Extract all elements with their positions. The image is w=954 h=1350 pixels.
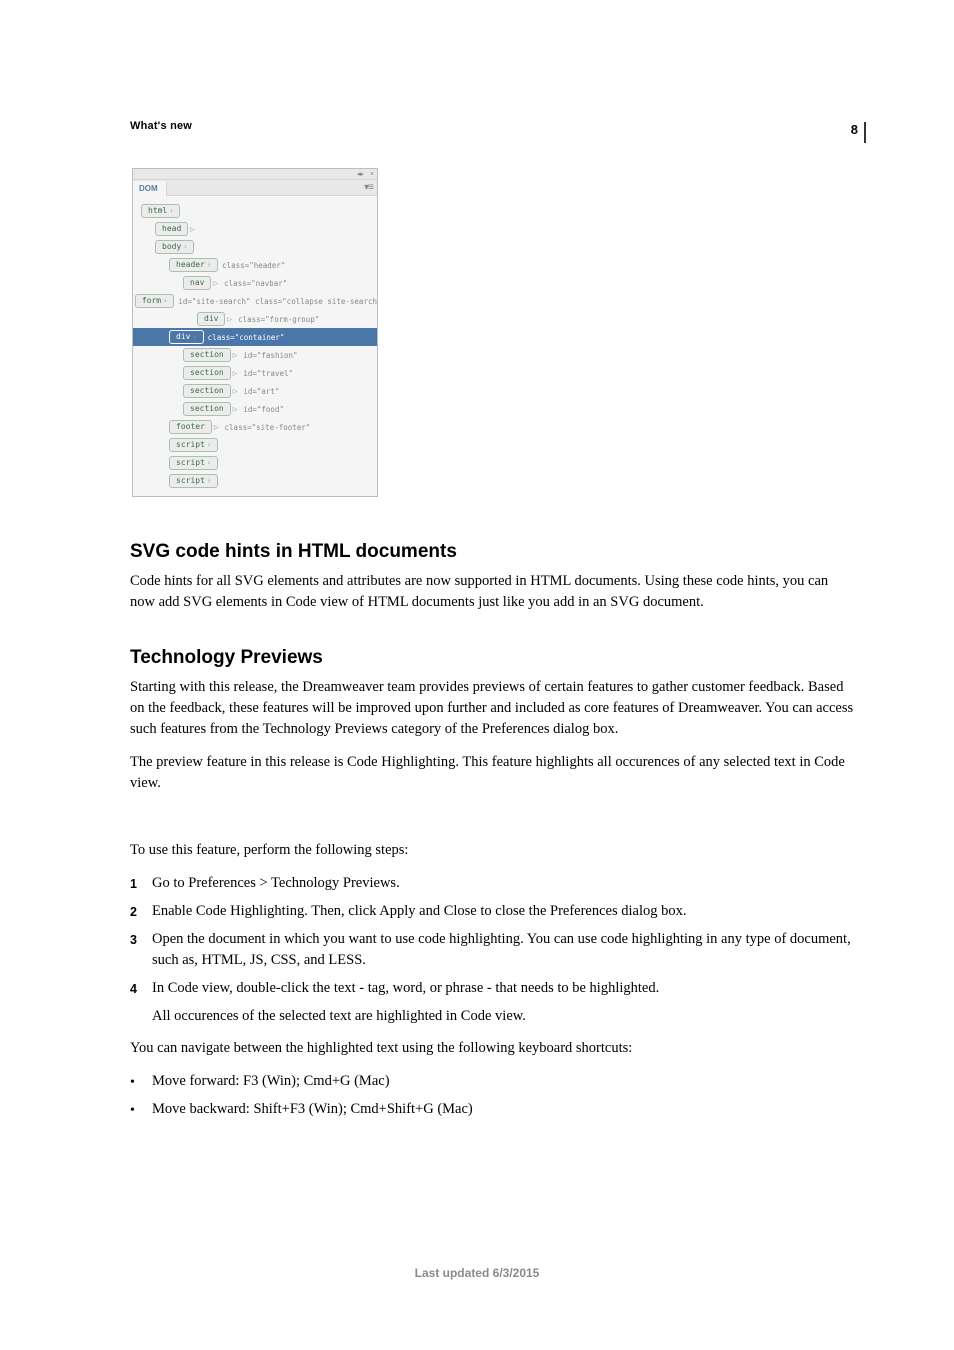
page-number: 8 (851, 122, 866, 143)
dom-tree-row[interactable]: script› (133, 454, 377, 472)
expand-icon[interactable]: ◂▸ (357, 170, 364, 178)
expand-triangle-icon[interactable]: ▷ (233, 388, 238, 395)
step-number: 2 (130, 901, 152, 923)
nav-intro: You can navigate between the highlighted… (130, 1038, 854, 1059)
dom-tag[interactable]: script› (169, 456, 218, 470)
dom-tree-row[interactable]: body› (133, 238, 377, 256)
dom-attr: class="form-group" (238, 315, 319, 324)
dom-tag[interactable]: head (155, 222, 188, 236)
expand-triangle-icon[interactable]: ▷ (233, 352, 238, 359)
step-row: 3 Open the document in which you want to… (130, 929, 854, 973)
step-text: In Code view, double-click the text - ta… (152, 978, 854, 1000)
dom-tree-row[interactable]: nav▷ class="navbar" (133, 274, 377, 292)
dom-panel-titlebar: ◂▸ × (133, 169, 377, 180)
dom-tag[interactable]: header› (169, 258, 218, 272)
dom-tree-row[interactable]: script› (133, 436, 377, 454)
dom-tag[interactable]: div (197, 312, 225, 326)
dom-tree-row[interactable]: section▷ id="travel" (133, 364, 377, 382)
step-subtext: All occurences of the selected text are … (152, 1006, 854, 1028)
paragraph: Starting with this release, the Dreamwea… (130, 677, 854, 740)
expand-triangle-icon[interactable]: ▷ (233, 370, 238, 377)
dom-tag[interactable]: html› (141, 204, 180, 218)
paragraph: Code hints for all SVG elements and attr… (130, 571, 854, 613)
dom-tag[interactable]: script› (169, 438, 218, 452)
bullet-icon: • (130, 1099, 152, 1121)
ordered-steps: 1 Go to Preferences > Technology Preview… (130, 873, 854, 1028)
step-number: 4 (130, 978, 152, 1000)
heading-tech: Technology Previews (130, 647, 854, 669)
bullet-list: • Move forward: F3 (Win); Cmd+G (Mac) • … (130, 1071, 854, 1121)
expand-triangle-icon[interactable]: ▷ (214, 424, 219, 431)
dom-tag[interactable]: div› (169, 330, 204, 344)
step-row: 2 Enable Code Highlighting. Then, click … (130, 901, 854, 923)
bullet-icon: • (130, 1071, 152, 1093)
page-number-value: 8 (851, 122, 858, 137)
page: 8 What's new ◂▸ × DOM ▾≡ html›head▷body›… (0, 0, 954, 1350)
dom-tree-row[interactable]: script› (133, 472, 377, 490)
expand-triangle-icon[interactable]: ▷ (190, 226, 195, 233)
dom-tree: html›head▷body›header›class="header"nav▷… (133, 196, 377, 496)
close-icon[interactable]: × (370, 171, 374, 178)
dom-attr: id="art" (243, 387, 279, 396)
dom-tree-row[interactable]: section▷ id="food" (133, 400, 377, 418)
list-text: Move forward: F3 (Win); Cmd+G (Mac) (152, 1071, 854, 1093)
expand-triangle-icon[interactable]: ▷ (233, 406, 238, 413)
dom-tag[interactable]: section (183, 384, 231, 398)
dom-panel-tabbar: DOM ▾≡ (133, 180, 377, 196)
list-item: • Move forward: F3 (Win); Cmd+G (Mac) (130, 1071, 854, 1093)
paragraph: The preview feature in this release is C… (130, 752, 854, 794)
dom-attr: class="navbar" (224, 279, 287, 288)
dom-tree-row[interactable]: section▷ id="art" (133, 382, 377, 400)
step-row: 4 In Code view, double-click the text - … (130, 978, 854, 1000)
dom-tree-row[interactable]: div▷ class="form-group" (133, 310, 377, 328)
dom-tag[interactable]: footer (169, 420, 212, 434)
dom-tag[interactable]: form› (135, 294, 174, 308)
dom-tree-row[interactable]: div› class="container" (133, 328, 377, 346)
dom-tag[interactable]: nav (183, 276, 211, 290)
dom-attr: id="travel" (243, 369, 293, 378)
dom-tag[interactable]: section (183, 402, 231, 416)
steps-intro: To use this feature, perform the followi… (130, 840, 854, 861)
panel-menu-icon[interactable]: ▾≡ (364, 182, 373, 193)
dom-attr: id="fashion" (243, 351, 297, 360)
breadcrumb: What's new (130, 120, 854, 132)
dom-panel: ◂▸ × DOM ▾≡ html›head▷body›header›class=… (132, 168, 378, 497)
expand-triangle-icon[interactable]: ▷ (213, 280, 218, 287)
dom-tag[interactable]: section (183, 348, 231, 362)
dom-tree-row[interactable]: html› (133, 202, 377, 220)
dom-tree-row[interactable]: footer▷ class="site-footer" (133, 418, 377, 436)
step-number: 1 (130, 873, 152, 895)
step-text: Open the document in which you want to u… (152, 929, 854, 973)
dom-tree-row[interactable]: head▷ (133, 220, 377, 238)
dom-tag[interactable]: script› (169, 474, 218, 488)
step-text: Enable Code Highlighting. Then, click Ap… (152, 901, 854, 923)
step-row: 1 Go to Preferences > Technology Preview… (130, 873, 854, 895)
dom-tree-row[interactable]: header› class="header" (133, 256, 377, 274)
list-text: Move backward: Shift+F3 (Win); Cmd+Shift… (152, 1099, 854, 1121)
dom-tag[interactable]: section (183, 366, 231, 380)
dom-tree-row[interactable]: form› id="site-search" class="collapse si… (133, 292, 377, 310)
dom-attr: class="site-footer" (225, 423, 311, 432)
dom-tree-row[interactable]: section▷ id="fashion" (133, 346, 377, 364)
step-number: 3 (130, 929, 152, 973)
dom-tab[interactable]: DOM (133, 181, 167, 196)
heading-svg: SVG code hints in HTML documents (130, 541, 854, 563)
dom-tag[interactable]: body› (155, 240, 194, 254)
dom-attr: id="food" (243, 405, 284, 414)
step-text: Go to Preferences > Technology Previews. (152, 873, 854, 895)
footer-last-updated: Last updated 6/3/2015 (0, 1266, 954, 1280)
dom-attr: class="header" (222, 261, 285, 270)
list-item: • Move backward: Shift+F3 (Win); Cmd+Shi… (130, 1099, 854, 1121)
expand-triangle-icon[interactable]: ▷ (227, 316, 232, 323)
dom-attr: id="site-search" class="collapse site-se… (178, 297, 377, 306)
dom-attr: class="container" (208, 333, 285, 342)
